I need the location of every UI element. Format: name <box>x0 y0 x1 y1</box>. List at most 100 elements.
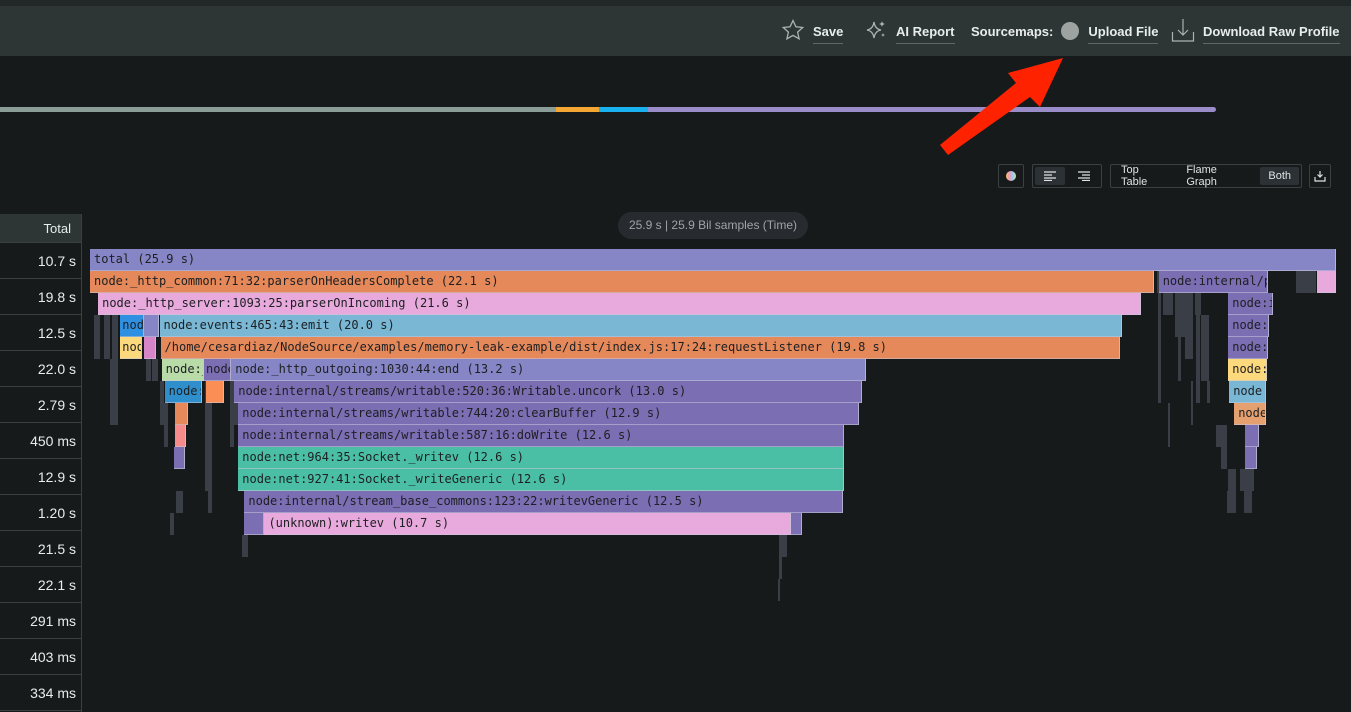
table-row[interactable]: 22.1 s <box>0 567 81 603</box>
flame-frame-stub <box>778 579 780 601</box>
text-align-group <box>1032 164 1102 188</box>
flame-frame-stub <box>96 337 100 359</box>
flame-frame[interactable] <box>174 403 188 425</box>
flame-frame-stub <box>779 535 787 557</box>
table-row[interactable]: 22.0 s <box>0 351 81 387</box>
flame-frame-stub <box>104 315 110 359</box>
tab-both[interactable]: Both <box>1260 167 1299 185</box>
flame-frame[interactable] <box>174 425 186 447</box>
flame-frame[interactable]: node:net <box>164 381 202 403</box>
table-row[interactable]: 12.9 s <box>0 459 81 495</box>
flame-frame[interactable] <box>244 513 265 535</box>
flame-frame[interactable] <box>1316 271 1336 293</box>
top-table: Total 10.7 s 19.8 s 12.5 s 22.0 s 2.79 s 450 … <box>0 214 82 712</box>
column-header-total[interactable]: Total <box>0 214 81 243</box>
flame-frame[interactable] <box>1245 425 1260 447</box>
flame-frame-stub <box>1195 293 1201 315</box>
flame-frame[interactable]: node:_http_outgoing <box>161 359 204 381</box>
sourcemaps-label: Sourcemaps: <box>971 23 1054 39</box>
flame-frame[interactable]: node:internal/timers <box>1228 337 1269 359</box>
tab-flame-graph[interactable]: Flame Graph <box>1178 164 1256 188</box>
flame-frame[interactable]: node:internal/timers <box>1228 293 1273 315</box>
flame-frame-stub <box>1216 425 1227 447</box>
flame-frame-stub <box>1175 293 1188 337</box>
flame-frame[interactable]: node:_http_outgoing <box>204 359 232 381</box>
flame-frame[interactable]: node:_http_server <box>1234 403 1267 425</box>
star-icon <box>781 18 805 45</box>
flame-frame-stub <box>1168 403 1170 447</box>
flame-frame[interactable] <box>206 381 225 403</box>
flame-frame[interactable]: node:internal/timers <box>1228 315 1270 337</box>
table-row[interactable]: 10.7 s <box>0 243 81 279</box>
download-raw-profile-button[interactable]: Download Raw Profile <box>1171 6 1340 56</box>
flame-frame[interactable] <box>790 513 802 535</box>
flame-frame-stub <box>242 535 248 557</box>
flame-frame[interactable]: (unknown):writev (10.7 s) <box>264 513 791 535</box>
export-button[interactable] <box>1309 164 1331 188</box>
annotation-arrow-icon <box>940 58 1063 155</box>
save-button[interactable]: Save <box>781 6 844 56</box>
download-icon <box>1171 17 1195 46</box>
flame-frame-stub <box>152 359 158 381</box>
flame-frame[interactable] <box>144 315 159 337</box>
align-left-icon <box>1044 171 1056 181</box>
flame-frame-stub <box>1158 293 1161 403</box>
flame-frame-stub <box>176 491 183 513</box>
toolbar: Save AI Report Sourcemaps: Upload File D… <box>0 6 1351 56</box>
table-row[interactable]: 403 ms <box>0 639 81 675</box>
flame-frame[interactable]: node:internal/streams/writable:744:20:cl… <box>238 403 859 425</box>
flame-frame[interactable] <box>173 447 185 469</box>
table-row[interactable]: 291 ms <box>0 603 81 639</box>
flame-frame[interactable]: node:_http_outgoing:1030:44:end (13.2 s) <box>231 359 866 381</box>
flame-frame-stub <box>1228 469 1236 513</box>
table-row[interactable]: 334 ms <box>0 675 81 711</box>
flame-frame-stub <box>1178 315 1181 381</box>
flame-frame[interactable]: node:net:964:35:Socket._writev (12.6 s) <box>238 447 844 469</box>
flame-frame[interactable]: /home/cesardiaz/NodeSource/examples/memo… <box>160 337 1121 359</box>
samples-summary: 25.9 s | 25.9 Bil samples (Time) <box>618 212 808 239</box>
flame-frame[interactable]: node:internal/async_hooks <box>120 337 143 359</box>
align-right-button[interactable] <box>1069 167 1099 185</box>
color-palette-button[interactable] <box>998 164 1024 188</box>
flame-frame-stub <box>1227 491 1230 513</box>
flame-frame-stub <box>1240 469 1254 491</box>
flame-frame[interactable]: node:internal/streams/writable:520:36:Wr… <box>234 381 862 403</box>
ai-report-button[interactable]: AI Report <box>864 6 955 56</box>
minimap-segment-purple <box>648 107 1216 112</box>
table-row[interactable]: 450 ms <box>0 423 81 459</box>
table-row[interactable]: 1.20 s <box>0 495 81 531</box>
flame-frame[interactable]: node:events:465:43:emit (20.0 s) <box>159 315 1123 337</box>
sourcemaps-toggle[interactable] <box>1061 22 1080 40</box>
upload-file-button[interactable]: Upload File <box>1088 24 1159 44</box>
flame-frame[interactable]: node:events <box>1229 381 1267 403</box>
flame-frame-stub <box>112 315 118 425</box>
flame-frame-stub <box>164 403 168 447</box>
flame-frame[interactable]: node:_http_outgoing <box>1228 359 1268 381</box>
flame-frame-stub <box>779 557 782 579</box>
flame-frame[interactable]: node:internal/process/task_queues <box>1158 271 1269 293</box>
align-right-icon <box>1078 171 1090 181</box>
flame-frame-stub <box>170 513 174 535</box>
sourcemaps-control: Sourcemaps: Upload File <box>971 6 1159 56</box>
flame-frame[interactable]: node:net:927:41:Socket._writeGeneric (12… <box>238 469 844 491</box>
flame-frame[interactable]: total (25.9 s) <box>90 249 1336 271</box>
flame-frame[interactable] <box>144 337 156 359</box>
tab-top-table[interactable]: Top Table <box>1113 164 1174 188</box>
table-row[interactable]: 19.8 s <box>0 279 81 315</box>
flame-frame[interactable]: node:internal/async_hooks <box>120 315 145 337</box>
flame-frame[interactable]: node:internal/streams/writable:587:16:do… <box>238 425 844 447</box>
flame-frame[interactable]: node:_http_common:71:32:parserOnHeadersC… <box>90 271 1154 293</box>
flame-frame-stub <box>160 381 164 425</box>
flame-frame[interactable]: node:internal/stream_base_commons:123:22… <box>244 491 843 513</box>
timeline-minimap[interactable] <box>0 107 1216 112</box>
flame-frame-stub <box>1244 491 1252 513</box>
table-row[interactable]: 21.5 s <box>0 531 81 567</box>
save-label: Save <box>813 24 844 44</box>
flame-frame-stub <box>208 491 212 513</box>
table-row[interactable]: 12.5 s <box>0 315 81 351</box>
table-row[interactable]: 2.79 s <box>0 387 81 423</box>
align-left-button[interactable] <box>1035 167 1065 185</box>
minimap-segment-blue <box>599 107 649 112</box>
flame-frame[interactable] <box>1245 447 1258 469</box>
flame-frame[interactable]: node:_http_server:1093:25:parserOnIncomi… <box>98 293 1141 315</box>
